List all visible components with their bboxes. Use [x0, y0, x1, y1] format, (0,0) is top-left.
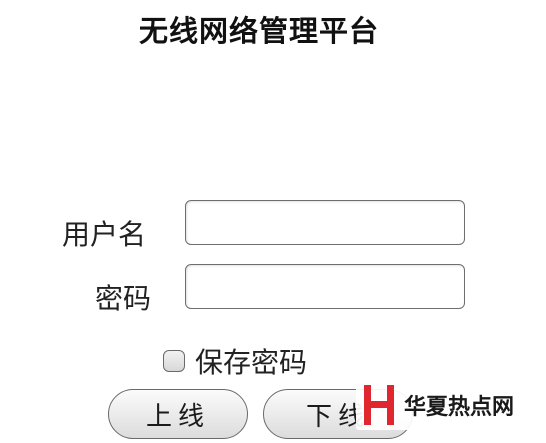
remember-password-checkbox[interactable] — [163, 350, 185, 372]
remember-password-label: 保存密码 — [195, 346, 308, 379]
watermark-logo-icon — [364, 385, 394, 425]
watermark: 华夏热点网 — [356, 380, 523, 430]
online-button[interactable]: 上线 — [108, 389, 248, 439]
login-page: 无线网络管理平台 用户名 密码 保存密码 上线 下线 华夏热点网 — [0, 0, 546, 443]
watermark-text: 华夏热点网 — [404, 395, 515, 420]
password-label: 密码 — [95, 282, 152, 315]
page-title: 无线网络管理平台 — [138, 14, 379, 48]
password-input[interactable] — [185, 264, 465, 309]
username-input[interactable] — [185, 200, 465, 245]
username-label: 用户名 — [62, 218, 147, 251]
remember-password-row[interactable]: 保存密码 — [163, 344, 308, 379]
